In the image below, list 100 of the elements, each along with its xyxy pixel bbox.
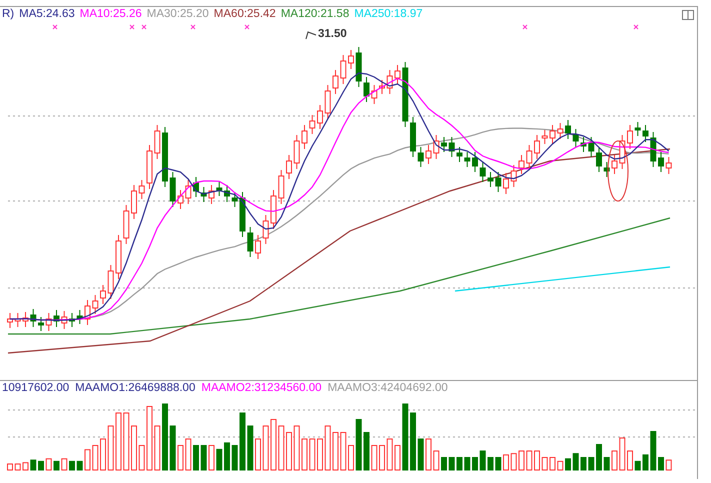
volume-bar [356, 419, 362, 470]
candlestick [394, 64, 400, 84]
candlestick [38, 316, 44, 332]
candlestick [572, 128, 579, 148]
candlestick [170, 172, 176, 208]
moving-average-label: MA5:24.63 [19, 9, 75, 21]
volume-bar [510, 453, 517, 470]
volume-bar [379, 445, 385, 470]
candlestick [658, 152, 664, 172]
candlestick [402, 62, 408, 128]
volume-bar [658, 457, 664, 470]
candlestick [61, 310, 68, 330]
candlestick [666, 156, 672, 174]
moving-average-label: MA10:25.26 [80, 9, 142, 21]
candlestick [410, 116, 416, 158]
volume-bar [627, 450, 633, 470]
candlestick [138, 180, 145, 200]
volume-bar [557, 460, 564, 470]
volume-average-label: MAAMO1:26469888.00 [75, 382, 196, 394]
candlestick [510, 164, 517, 188]
volume-bar [410, 412, 416, 470]
candlestick [526, 144, 532, 170]
candlestick [386, 70, 393, 94]
volume-bar [596, 444, 602, 470]
volume-bar [7, 464, 13, 470]
candlestick [580, 136, 586, 152]
volume-bar [162, 404, 168, 470]
volume-bar [208, 445, 214, 470]
volume-bar [123, 412, 130, 470]
volume-bar [572, 453, 579, 470]
volume-bar [394, 445, 400, 470]
candlestick [14, 312, 21, 328]
candlestick [433, 134, 440, 160]
marker-icon [52, 24, 58, 30]
candlestick [30, 308, 36, 328]
legend-label: R) [2, 9, 14, 21]
volume-bar [386, 438, 393, 470]
candlestick [348, 50, 354, 70]
volume-bar [588, 457, 594, 470]
volume-bar [84, 449, 90, 470]
volume-bar [418, 438, 424, 470]
candlestick [503, 172, 509, 194]
volume-bar [402, 404, 408, 470]
volume-bar [76, 460, 83, 470]
marker-icon [190, 24, 196, 30]
volume-bar [666, 460, 672, 470]
volume-bar [317, 438, 323, 470]
volume-bar [526, 450, 532, 470]
candlestick [495, 172, 502, 192]
volume-bar [642, 454, 648, 470]
volume-bar [340, 432, 346, 470]
candlestick [255, 234, 261, 260]
candlestick [588, 136, 594, 158]
volume-bar [309, 438, 316, 470]
volume-bar [456, 457, 462, 470]
volume-bar [650, 431, 656, 470]
candlestick [154, 124, 160, 160]
candlestick [123, 204, 130, 244]
candlestick [448, 136, 455, 158]
volume-bar [503, 454, 509, 470]
peak-price-label: 31.50 [318, 27, 347, 42]
volume-bar [92, 445, 98, 470]
volume-average-label: 10917602.00 [2, 382, 70, 394]
volume-bar [542, 457, 548, 470]
volume-bar [38, 460, 44, 470]
candlestick [642, 124, 648, 142]
candlestick [46, 312, 52, 332]
candlestick [69, 312, 75, 328]
volume-bar [224, 442, 230, 470]
volume-bar [100, 438, 106, 470]
volume-bar [270, 419, 276, 470]
marker-icon [634, 24, 638, 30]
candlestick [309, 114, 316, 134]
volume-bar [247, 426, 254, 470]
moving-average-label: MA250:18.97 [354, 9, 423, 21]
candlestick [650, 132, 656, 168]
candlestick [317, 104, 323, 130]
volume-bar [200, 445, 207, 470]
volume-bar [364, 432, 370, 470]
split-window-icon[interactable] [682, 10, 694, 20]
volume-bar [619, 438, 626, 470]
candlestick [208, 184, 214, 204]
volume-average-label: MAAMO2:31234560.00 [201, 382, 322, 394]
volume-bar [216, 448, 222, 470]
volume-bar [565, 458, 571, 470]
volume-bar [634, 460, 641, 470]
volume-bar [30, 460, 36, 470]
candlestick [108, 264, 114, 300]
candlestick [162, 126, 168, 188]
volume-bar [433, 450, 440, 470]
volume-bar [371, 445, 378, 470]
candlestick [619, 134, 626, 170]
volume-bar [116, 412, 122, 470]
volume-bar [518, 450, 524, 470]
candlestick [480, 162, 486, 182]
volume-bar [240, 412, 246, 470]
marker-icon [522, 24, 528, 30]
candlestick [518, 154, 524, 174]
marker-icon [130, 24, 134, 30]
candlestick [456, 146, 462, 162]
